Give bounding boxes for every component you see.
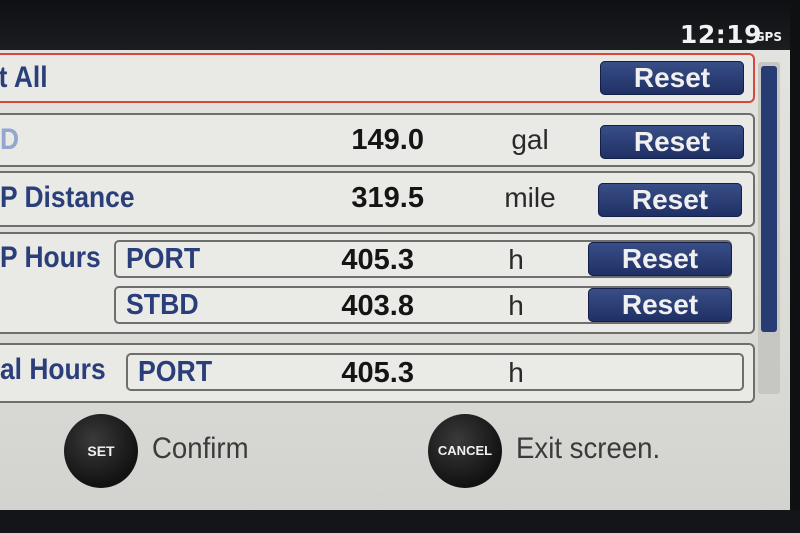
status-bar: 12:19 GPS bbox=[0, 0, 790, 50]
trip-distance-unit: mile bbox=[504, 182, 556, 213]
bezel-bottom bbox=[0, 510, 800, 533]
trip-hours-stbd-label: STBD bbox=[126, 289, 199, 321]
confirm-hint: SET Confirm bbox=[64, 414, 284, 488]
trip-distance-value: 319.5 bbox=[351, 182, 424, 214]
trip-distance-reset-button[interactable]: Reset bbox=[598, 183, 742, 217]
trip-hours-port-reset-button[interactable]: Reset bbox=[588, 242, 732, 276]
confirm-text: Confirm bbox=[152, 432, 249, 465]
bezel bbox=[790, 0, 800, 533]
trip-hours-port-row[interactable]: PORT 405.3 h Reset bbox=[114, 240, 732, 278]
fuel-used-row[interactable]: D 149.0 gal Reset bbox=[0, 113, 755, 167]
total-hours-label: al Hours bbox=[0, 353, 106, 386]
fuel-used-reset-button[interactable]: Reset bbox=[600, 125, 744, 159]
trip-hours-stbd-reset-button[interactable]: Reset bbox=[588, 288, 732, 322]
cancel-button-icon[interactable]: CANCEL bbox=[428, 414, 502, 488]
total-hours-port-label: PORT bbox=[138, 356, 213, 388]
reset-all-label: et All bbox=[0, 61, 48, 94]
display-screen: 12:19 GPS et All Reset D 149.0 gal Reset… bbox=[0, 0, 790, 520]
fuel-used-value: 149.0 bbox=[351, 124, 424, 156]
set-button-icon[interactable]: SET bbox=[64, 414, 138, 488]
cancel-hint: CANCEL Exit screen. bbox=[428, 414, 690, 488]
trip-distance-label: P Distance bbox=[0, 181, 135, 214]
trip-distance-row[interactable]: P Distance 319.5 mile Reset bbox=[0, 171, 755, 227]
trip-hours-port-label: PORT bbox=[126, 243, 201, 275]
trip-hours-port-value: 405.3 bbox=[341, 244, 414, 276]
trip-hours-stbd-value: 403.8 bbox=[341, 290, 414, 322]
total-hours-port-value: 405.3 bbox=[341, 357, 414, 389]
fuel-used-label: D bbox=[0, 123, 20, 156]
trip-hours-label: P Hours bbox=[0, 241, 101, 274]
trip-hours-port-unit: h bbox=[508, 244, 524, 275]
exit-screen-text: Exit screen. bbox=[516, 432, 661, 465]
scrollbar[interactable] bbox=[758, 62, 780, 394]
total-hours-row: al Hours PORT 405.3 h bbox=[0, 343, 755, 403]
total-hours-port-row: PORT 405.3 h bbox=[126, 353, 744, 391]
trip-hours-stbd-unit: h bbox=[508, 290, 524, 321]
total-hours-port-unit: h bbox=[508, 357, 524, 388]
trip-hours-row: P Hours PORT 405.3 h Reset STBD 403.8 h … bbox=[0, 232, 755, 334]
trip-hours-stbd-row[interactable]: STBD 403.8 h Reset bbox=[114, 286, 732, 324]
scrollbar-thumb[interactable] bbox=[761, 66, 777, 332]
reset-all-button[interactable]: Reset bbox=[600, 61, 744, 95]
clock: 12:19 bbox=[679, 20, 762, 49]
fuel-used-unit: gal bbox=[511, 124, 549, 155]
gps-indicator: GPS bbox=[754, 30, 782, 44]
reset-all-row[interactable]: et All Reset bbox=[0, 53, 755, 103]
